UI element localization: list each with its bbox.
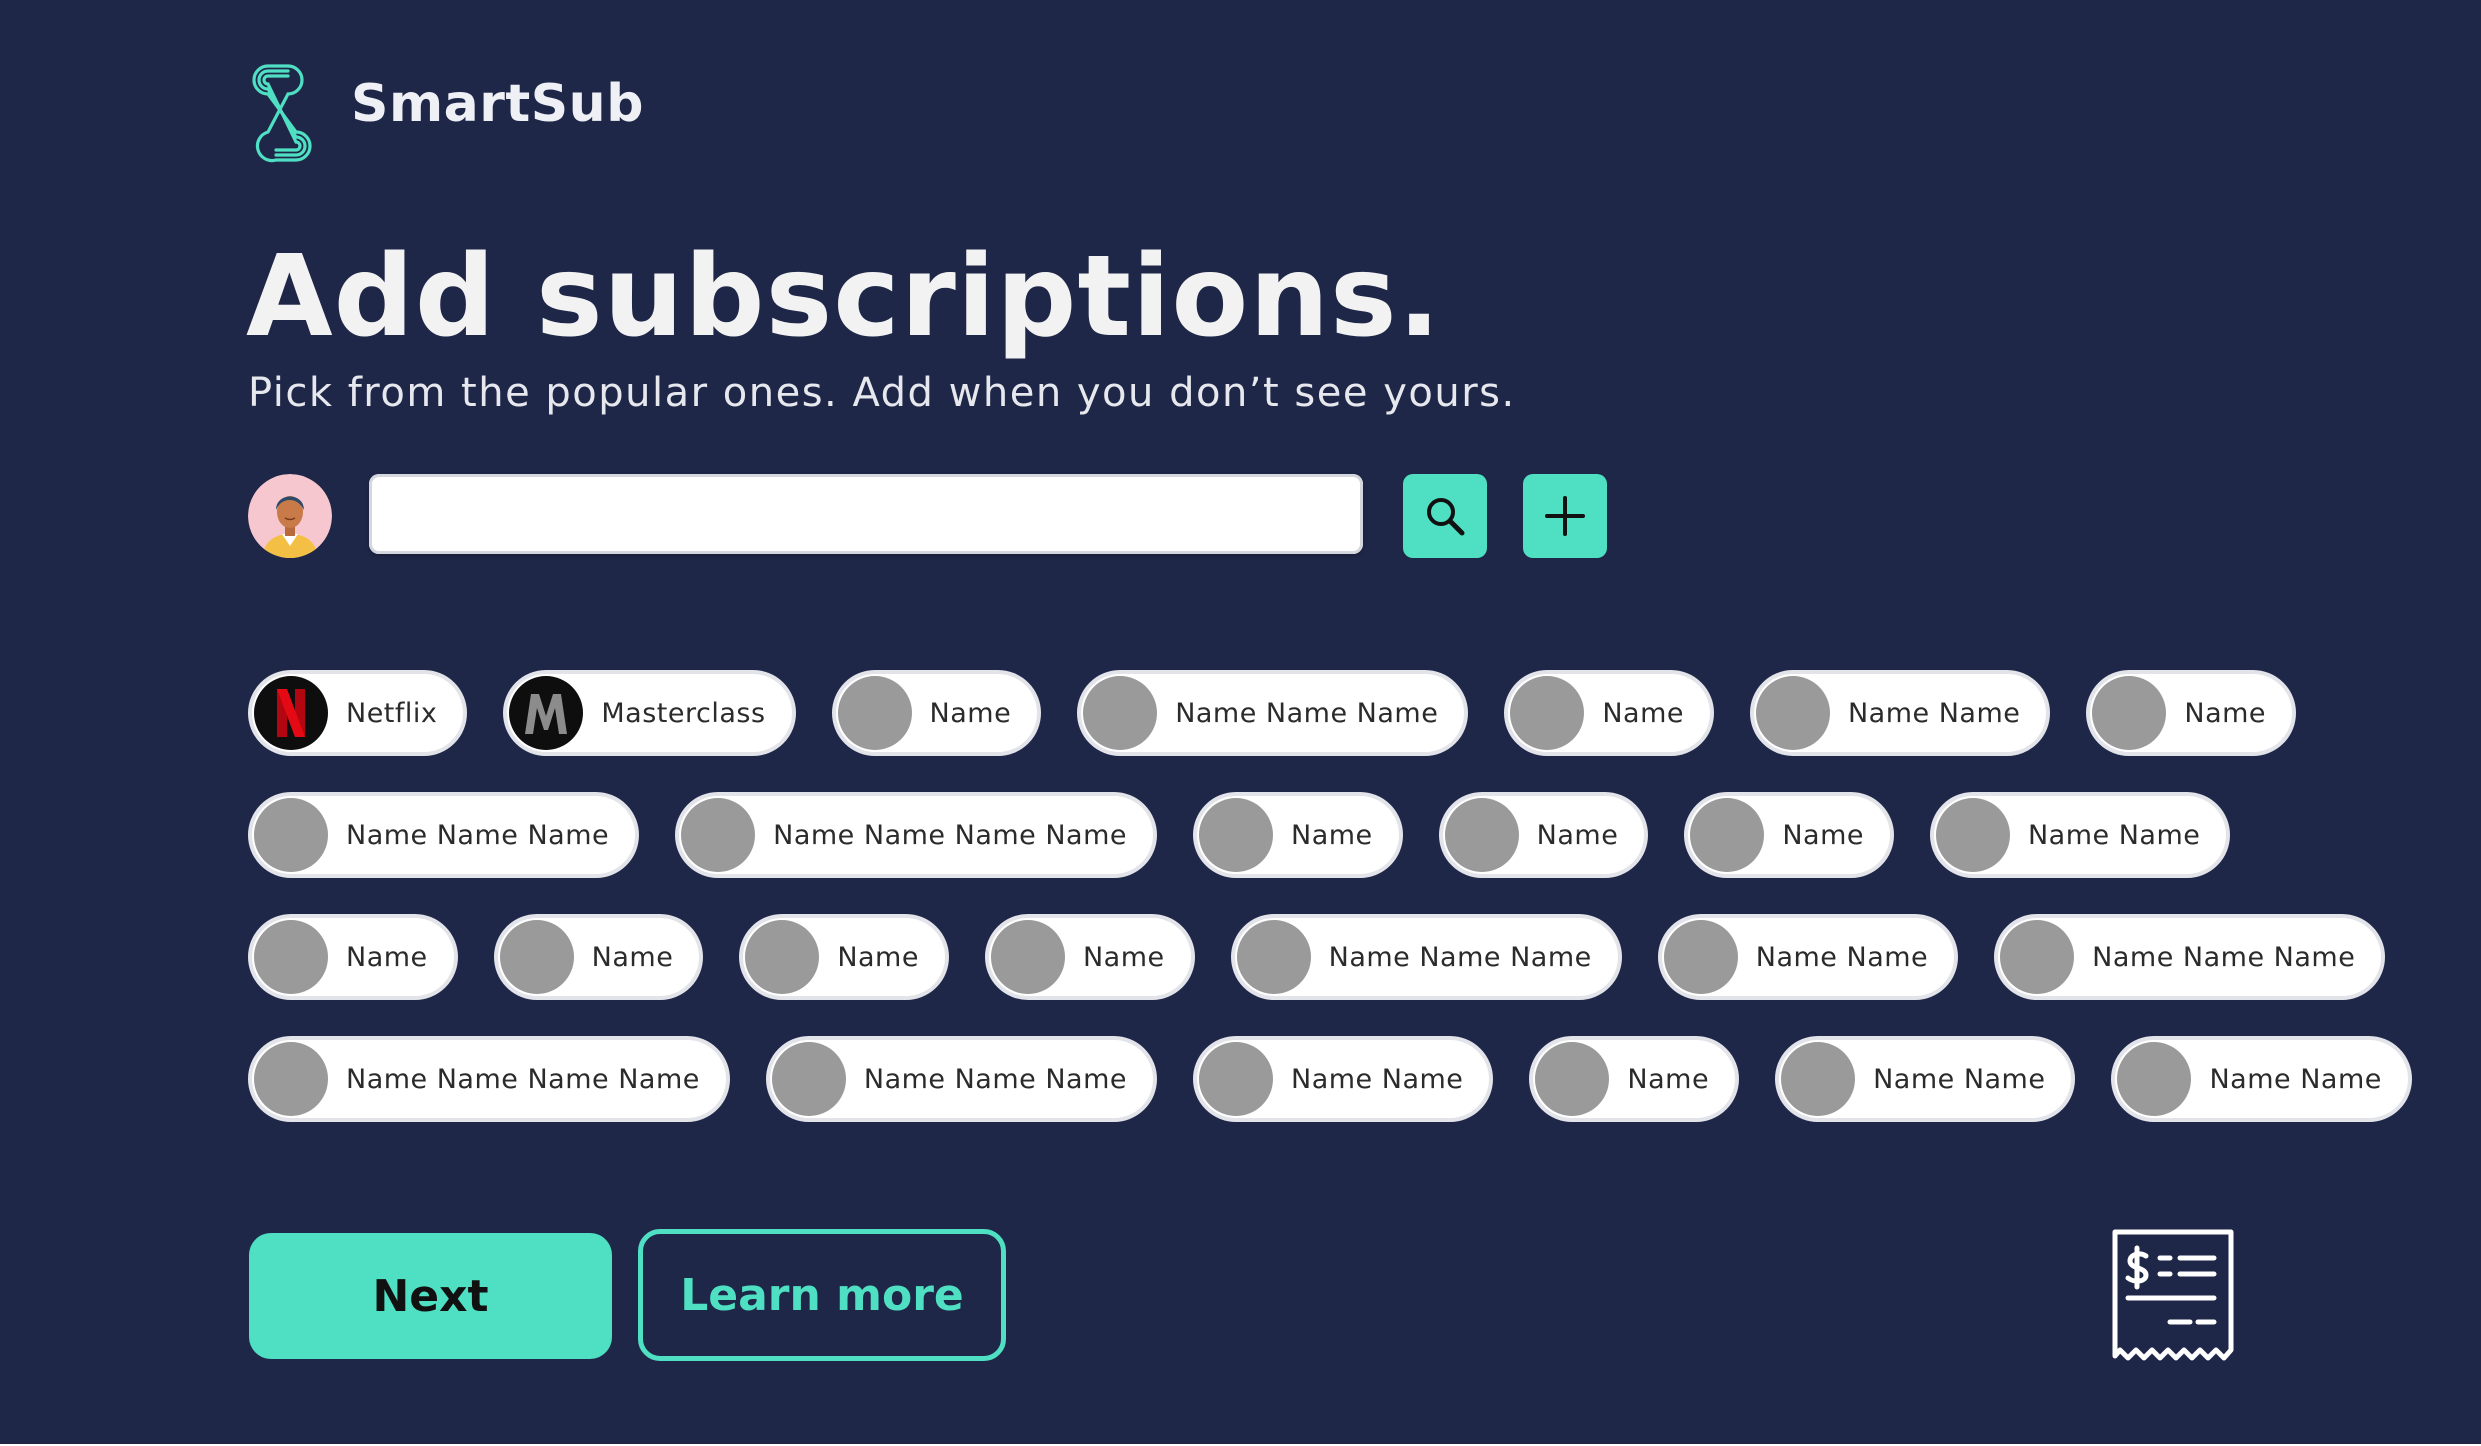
chip-subscription[interactable]: Name Name [1929,792,2231,878]
chip-logo-placeholder [1755,676,1830,750]
chip-logo-placeholder [1690,798,1765,872]
chip-label: Name Name Name Name [773,819,1128,851]
chip-logo-placeholder [837,676,912,750]
chip-label: Name [1627,1063,1710,1095]
chip-subscription[interactable]: Name Name [1775,1036,2076,1122]
chip-subscription[interactable]: Name [1504,670,1714,756]
learn-more-button[interactable]: Learn more [638,1229,1006,1361]
chip-row: Name Name Name Name Name Name Name Name … [248,914,2386,1000]
chip-label: Name [346,941,428,973]
chip-row: Name Name Name Name Name Name Name Name … [248,1036,2412,1122]
chip-label: Name [1291,819,1373,851]
chip-subscription[interactable]: Name [1193,792,1403,878]
plus-icon [1545,496,1585,536]
add-subscription-button[interactable] [1523,474,1607,558]
smartsub-logo-icon [252,64,312,163]
chip-logo-placeholder [2117,1042,2192,1116]
onboarding-screen: SmartSub Add subscriptions. Pick from th… [0,0,2481,1444]
chip-label: Name Name Name [2092,941,2356,973]
chip-label: Name Name [2209,1063,2382,1095]
chip-subscription[interactable]: Name Name [1193,1036,1494,1122]
chip-label: Masterclass [601,697,766,729]
chip-subscription[interactable]: Name Name [2111,1036,2412,1122]
chip-logo-placeholder [1083,676,1158,750]
chip-logo-placeholder [1199,1042,1274,1116]
chip-logo-placeholder [499,920,574,994]
chip-row: Netflix Masterclass Name Name Name Name … [248,670,2328,756]
chip-subscription[interactable]: Name Name Name [248,792,640,878]
chip-label: Name Name [1873,1063,2046,1095]
chip-logo-placeholder [1535,1042,1610,1116]
page-title: Add subscriptions. [246,232,1442,362]
chip-logo-placeholder [254,798,328,872]
chip-label: Name Name [1755,941,1929,973]
chip-subscription[interactable]: Name [1684,792,1894,878]
search-icon [1427,498,1465,536]
chip-logo-placeholder [745,920,820,994]
chip-label: Name Name [1847,697,2021,729]
receipt-icon[interactable] [2110,1226,2236,1366]
chip-logo-placeholder [1510,676,1585,750]
chip-label: Name [837,941,919,973]
chip-subscription[interactable]: Name [493,914,704,1000]
avatar[interactable] [248,474,332,558]
chip-label: Name Name [1291,1063,1464,1095]
chip-subscription[interactable]: Name Name Name Name [248,1036,730,1122]
page-subtitle: Pick from the popular ones. Add when you… [248,370,1516,416]
chip-subscription[interactable]: Name Name Name [1230,914,1622,1000]
chip-logo-placeholder [1781,1042,1856,1116]
chip-label: Name [1536,819,1619,851]
chip-subscription[interactable]: Name Name [1657,914,1959,1000]
chip-subscription[interactable]: Name [1438,792,1649,878]
chip-subscription[interactable]: Name [831,670,1042,756]
chip-logo-placeholder [990,920,1065,994]
chip-logo-placeholder [254,920,328,994]
chip-row: Name Name Name Name Name Name Name Name … [248,792,2328,878]
brand-name: SmartSub [351,74,644,134]
chip-subscription[interactable]: Name Name Name [1077,670,1469,756]
chip-subscription[interactable]: Name Name Name [765,1036,1158,1122]
chip-label: Name [1082,941,1165,973]
chip-label: Name [1782,819,1864,851]
chip-subscription[interactable]: Name Name Name [1994,914,2386,1000]
chip-logo-placeholder [771,1042,846,1116]
chip-logo-placeholder [681,798,756,872]
chip-label: Name Name Name [1328,941,1592,973]
search-input[interactable] [369,474,1363,554]
next-button[interactable]: Next [249,1233,612,1359]
chip-logo-placeholder [254,1042,328,1116]
chip-label: Name [929,697,1012,729]
chip-label: Name Name Name Name [346,1063,700,1095]
chip-subscription[interactable]: Name Name [1749,670,2051,756]
user-avatar-icon [248,474,332,558]
chip-label: Name [1602,697,1684,729]
chip-label: Name Name Name [863,1063,1128,1095]
chip-logo-placeholder [1935,798,2010,872]
chip-netflix[interactable]: Netflix [248,670,468,756]
subscription-chip-list: Netflix Masterclass Name Name Name Name … [248,670,2412,1158]
chip-masterclass[interactable]: Masterclass [503,670,796,756]
netflix-logo-icon [254,676,328,750]
chip-label: Name Name Name [346,819,610,851]
chip-subscription[interactable]: Name [984,914,1195,1000]
chip-subscription[interactable]: Name [248,914,458,1000]
chip-subscription[interactable]: Name [739,914,949,1000]
chip-label: Name Name [2027,819,2201,851]
chip-logo-placeholder [1444,798,1519,872]
chip-subscription[interactable]: Name [1529,1036,1740,1122]
chip-logo-placeholder [2000,920,2075,994]
chip-logo-placeholder [1199,798,1274,872]
chip-label: Name Name Name [1175,697,1439,729]
chip-label: Name [2184,697,2267,729]
chip-logo-placeholder [1663,920,1738,994]
chip-label: Netflix [346,697,438,729]
chip-subscription[interactable]: Name Name Name Name [675,792,1158,878]
chip-label: Name [591,941,674,973]
masterclass-logo-icon [509,676,584,750]
search-button[interactable] [1403,474,1487,558]
chip-logo-placeholder [2092,676,2167,750]
chip-subscription[interactable]: Name [2086,670,2297,756]
chip-logo-placeholder [1236,920,1311,994]
